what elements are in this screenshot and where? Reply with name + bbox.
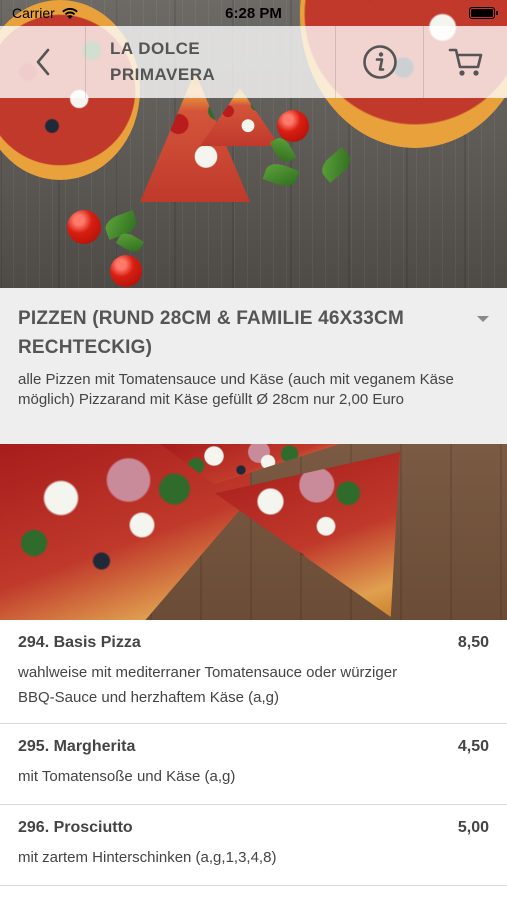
title-line-2: PRIMAVERA (110, 65, 216, 84)
back-button[interactable] (0, 26, 86, 98)
restaurant-title: LA DOLCE PRIMAVERA (86, 26, 335, 98)
menu-item[interactable]: 296. Prosciutto 5,00 mit zartem Hintersc… (0, 805, 507, 886)
category-image (0, 444, 507, 620)
title-line-1: LA DOLCE (110, 39, 201, 58)
category-header[interactable]: PIZZEN (RUND 28CM & FAMILIE 46X33CM RECH… (0, 288, 507, 444)
item-name: 296. Prosciutto (18, 819, 133, 836)
tomato-image (277, 110, 309, 142)
item-description: mit zartem Hinterschinken (a,g,1,3,4,8) (18, 849, 277, 866)
tomato-image (110, 255, 142, 287)
item-name: 294. Basis Pizza (18, 634, 141, 651)
menu-item[interactable]: 295. Margherita 4,50 mit Tomatensoße und… (0, 724, 507, 805)
menu-item-list: 294. Basis Pizza 8,50 wahlweise mit medi… (0, 620, 507, 886)
item-price: 8,50 (457, 634, 489, 651)
item-price: 5,00 (457, 819, 489, 836)
tomato-image (67, 210, 101, 244)
cart-icon (448, 48, 482, 76)
navigation-bar: LA DOLCE PRIMAVERA (0, 26, 507, 98)
chevron-left-icon (36, 48, 49, 76)
battery-icon (469, 7, 498, 19)
carrier-label: Carrier (12, 5, 55, 21)
status-bar: Carrier 6:28 PM (0, 0, 507, 26)
item-description: wahlweise mit mediterraner Tomatensauce … (18, 664, 398, 706)
basil-leaf-image (317, 147, 355, 183)
item-description: mit Tomatensoße und Käse (a,g) (18, 768, 236, 785)
info-button[interactable] (335, 26, 423, 98)
collapse-arrow-icon[interactable] (477, 316, 489, 322)
category-title: PIZZEN (RUND 28CM & FAMILIE 46X33CM RECH… (18, 308, 404, 358)
basil-leaf-image (115, 230, 145, 255)
menu-item[interactable]: 294. Basis Pizza 8,50 wahlweise mit medi… (0, 620, 507, 724)
category-description: alle Pizzen mit Tomatensauce und Käse (a… (18, 371, 454, 408)
clock: 6:28 PM (225, 4, 282, 22)
item-name: 295. Margherita (18, 738, 136, 755)
info-icon (362, 45, 397, 79)
cart-button[interactable] (423, 26, 507, 98)
wifi-icon (61, 7, 78, 19)
basil-leaf-image (262, 160, 300, 190)
item-price: 4,50 (457, 738, 489, 755)
